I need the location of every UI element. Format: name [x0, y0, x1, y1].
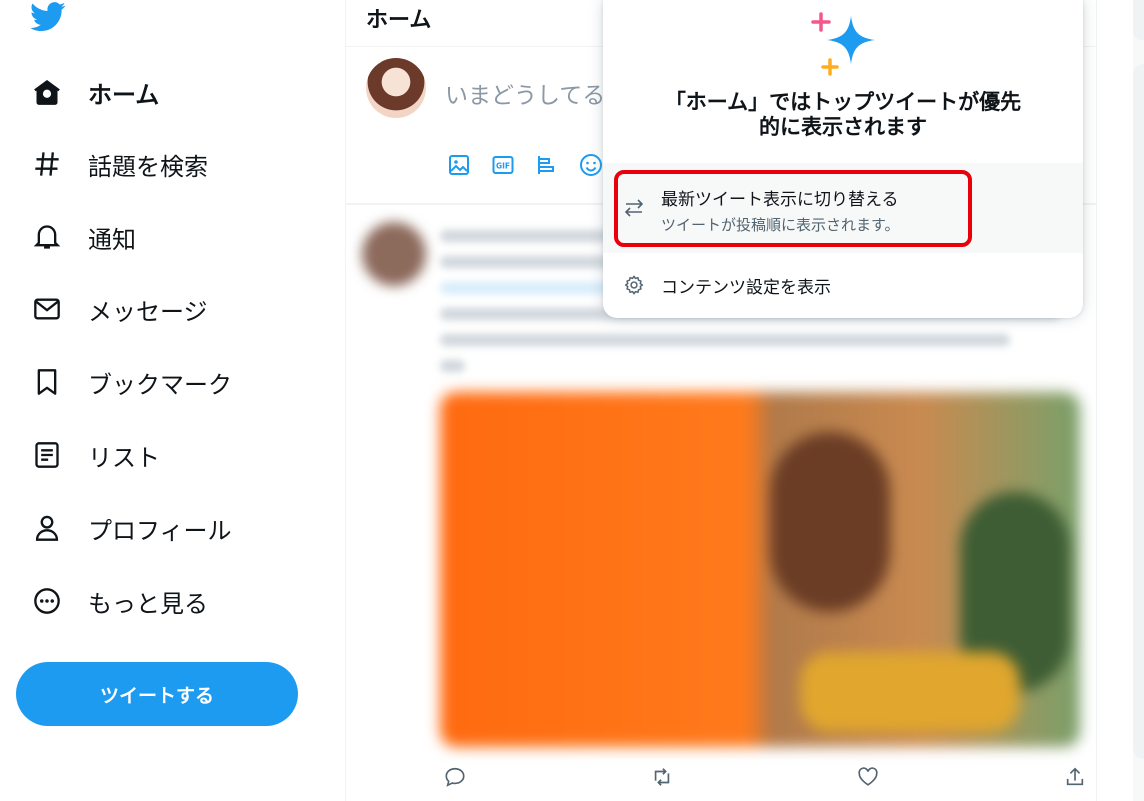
- right-column-edge: [1133, 0, 1144, 801]
- more-circle-icon: [30, 584, 64, 618]
- sidebar-item-messages[interactable]: メッセージ: [30, 286, 208, 332]
- settings-label: コンテンツ設定を表示: [661, 278, 831, 298]
- list-icon: [30, 438, 64, 472]
- image-icon[interactable]: [444, 150, 474, 180]
- sidebar-item-label: ホーム: [88, 80, 160, 109]
- poll-icon[interactable]: [532, 150, 562, 180]
- sidebar: ホーム 話題を検索 通知 メッセージ ブックマーク リスト プロフィール もっと…: [0, 0, 345, 801]
- switch-label: 最新ツイート表示に切り替える: [661, 190, 899, 210]
- tweet-author-avatar[interactable]: [362, 222, 426, 286]
- bookmark-icon: [30, 365, 64, 399]
- sidebar-item-label: メッセージ: [88, 297, 208, 326]
- gif-icon[interactable]: GIF: [488, 150, 518, 180]
- sidebar-item-label: ブックマーク: [88, 370, 232, 399]
- sidebar-item-label: プロフィール: [88, 516, 232, 545]
- switch-to-latest-tweets[interactable]: 最新ツイート表示に切り替える ツイートが投稿順に表示されます。: [603, 163, 1083, 253]
- gear-icon: [623, 274, 645, 300]
- twitter-bird-icon[interactable]: [30, 2, 66, 32]
- share-icon[interactable]: [1060, 762, 1090, 792]
- sidebar-item-label: 通知: [88, 225, 136, 254]
- svg-text:GIF: GIF: [496, 162, 510, 171]
- home-timeline-popover: 「ホーム」ではトップツイートが優先 的に表示されます 最新ツイート表示に切り替え…: [603, 0, 1083, 318]
- sidebar-item-bookmarks[interactable]: ブックマーク: [30, 359, 232, 405]
- sidebar-item-explore[interactable]: 話題を検索: [30, 141, 208, 187]
- popover-title: 「ホーム」ではトップツイートが優先 的に表示されます: [664, 90, 1022, 139]
- sidebar-item-label: リスト: [88, 443, 160, 472]
- envelope-icon: [30, 292, 64, 326]
- sidebar-item-label: もっと見る: [88, 589, 208, 618]
- person-icon: [30, 511, 64, 545]
- sidebar-item-more[interactable]: もっと見る: [30, 578, 208, 624]
- sidebar-item-label: 話題を検索: [88, 152, 208, 181]
- reply-icon[interactable]: [440, 762, 470, 792]
- sidebar-item-home[interactable]: ホーム: [30, 69, 159, 115]
- like-icon[interactable]: [853, 762, 883, 792]
- switch-description: ツイートが投稿順に表示されます。: [661, 216, 900, 234]
- page-title: ホーム: [366, 8, 432, 33]
- compose-toolbar: GIF: [444, 150, 606, 180]
- emoji-icon[interactable]: [576, 150, 606, 180]
- retweet-icon[interactable]: [647, 762, 677, 792]
- sidebar-item-notifications[interactable]: 通知: [30, 214, 136, 260]
- hashtag-icon: [30, 147, 64, 181]
- avatar[interactable]: [366, 58, 426, 118]
- bell-icon: [30, 220, 64, 254]
- tweet-actions: [440, 762, 1090, 792]
- sidebar-item-profile[interactable]: プロフィール: [30, 505, 232, 551]
- compose-input[interactable]: いまどうしてる: [445, 76, 605, 110]
- sparkle-icon: [807, 12, 883, 78]
- tweet-media-image[interactable]: [440, 392, 1080, 747]
- view-content-settings[interactable]: コンテンツ設定を表示: [603, 257, 1083, 313]
- home-icon: [30, 75, 64, 109]
- tweet-button[interactable]: ツイートする: [16, 662, 298, 726]
- swap-arrows-icon: [623, 199, 645, 221]
- sidebar-item-lists[interactable]: リスト: [30, 432, 160, 478]
